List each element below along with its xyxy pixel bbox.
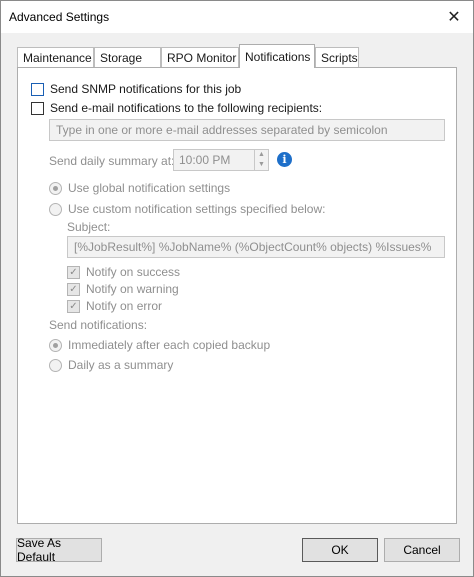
immediately-label: Immediately after each copied backup [68, 338, 271, 352]
subject-input[interactable]: [%JobResult%] %JobName% (%ObjectCount% o… [67, 236, 445, 258]
email-label: Send e-mail notifications to the followi… [50, 101, 323, 115]
tab-rpo-monitor[interactable]: RPO Monitor [161, 47, 239, 68]
use-global-radio[interactable] [49, 181, 62, 195]
snmp-label: Send SNMP notifications for this job [50, 82, 242, 96]
use-custom-radio[interactable] [49, 202, 62, 216]
tab-maintenance[interactable]: Maintenance [17, 47, 94, 68]
title-bar: Advanced Settings ✕ [1, 1, 473, 33]
notify-warning-label: Notify on warning [86, 282, 179, 296]
immediately-radio[interactable] [49, 338, 62, 352]
daily-summary-time-input[interactable]: 10:00 PM [173, 149, 255, 171]
notify-error-label: Notify on error [86, 299, 163, 313]
notify-success-label: Notify on success [86, 265, 181, 279]
use-custom-option[interactable]: Use custom notification settings specifi… [49, 202, 325, 216]
save-as-default-button[interactable]: Save As Default [16, 536, 102, 564]
notifications-panel: Send SNMP notifications for this job Sen… [17, 67, 457, 524]
use-custom-label: Use custom notification settings specifi… [68, 202, 326, 216]
send-notifications-label: Send notifications: [49, 318, 148, 332]
tab-scripts[interactable]: Scripts [315, 47, 359, 68]
info-icon[interactable]: i [277, 152, 292, 167]
notify-success-checkbox[interactable]: ✓ [67, 265, 80, 279]
tab-storage[interactable]: Storage [94, 47, 161, 68]
daily-summary-label: Send daily summary at: [49, 154, 175, 168]
email-checkbox[interactable] [31, 101, 44, 115]
time-spinner[interactable]: ▲ ▼ [255, 149, 269, 171]
notify-warning-checkbox[interactable]: ✓ [67, 282, 80, 296]
notify-error-option[interactable]: ✓ Notify on error [67, 299, 162, 313]
notify-error-checkbox[interactable]: ✓ [67, 299, 80, 313]
ok-button[interactable]: OK [302, 538, 378, 562]
snmp-checkbox[interactable] [31, 82, 44, 96]
spin-up-icon[interactable]: ▲ [255, 150, 268, 160]
tab-notifications[interactable]: Notifications [239, 44, 315, 68]
subject-label: Subject: [67, 220, 111, 234]
window-title: Advanced Settings [9, 10, 110, 24]
recipients-input[interactable]: Type in one or more e-mail addresses sep… [49, 119, 445, 141]
email-option[interactable]: Send e-mail notifications to the followi… [31, 101, 322, 115]
notify-success-option[interactable]: ✓ Notify on success [67, 265, 180, 279]
immediately-option[interactable]: Immediately after each copied backup [49, 338, 270, 352]
daily-summary-option-label: Daily as a summary [68, 358, 174, 372]
use-global-option[interactable]: Use global notification settings [49, 181, 230, 195]
use-global-label: Use global notification settings [68, 181, 231, 195]
close-icon[interactable]: ✕ [443, 6, 465, 28]
spin-down-icon[interactable]: ▼ [255, 160, 268, 170]
advanced-settings-dialog: Advanced Settings ✕ Maintenance Storage … [0, 0, 474, 577]
notify-warning-option[interactable]: ✓ Notify on warning [67, 282, 179, 296]
cancel-button[interactable]: Cancel [384, 538, 460, 562]
snmp-option[interactable]: Send SNMP notifications for this job [31, 82, 241, 96]
daily-summary-option[interactable]: Daily as a summary [49, 358, 173, 372]
daily-summary-radio[interactable] [49, 358, 62, 372]
